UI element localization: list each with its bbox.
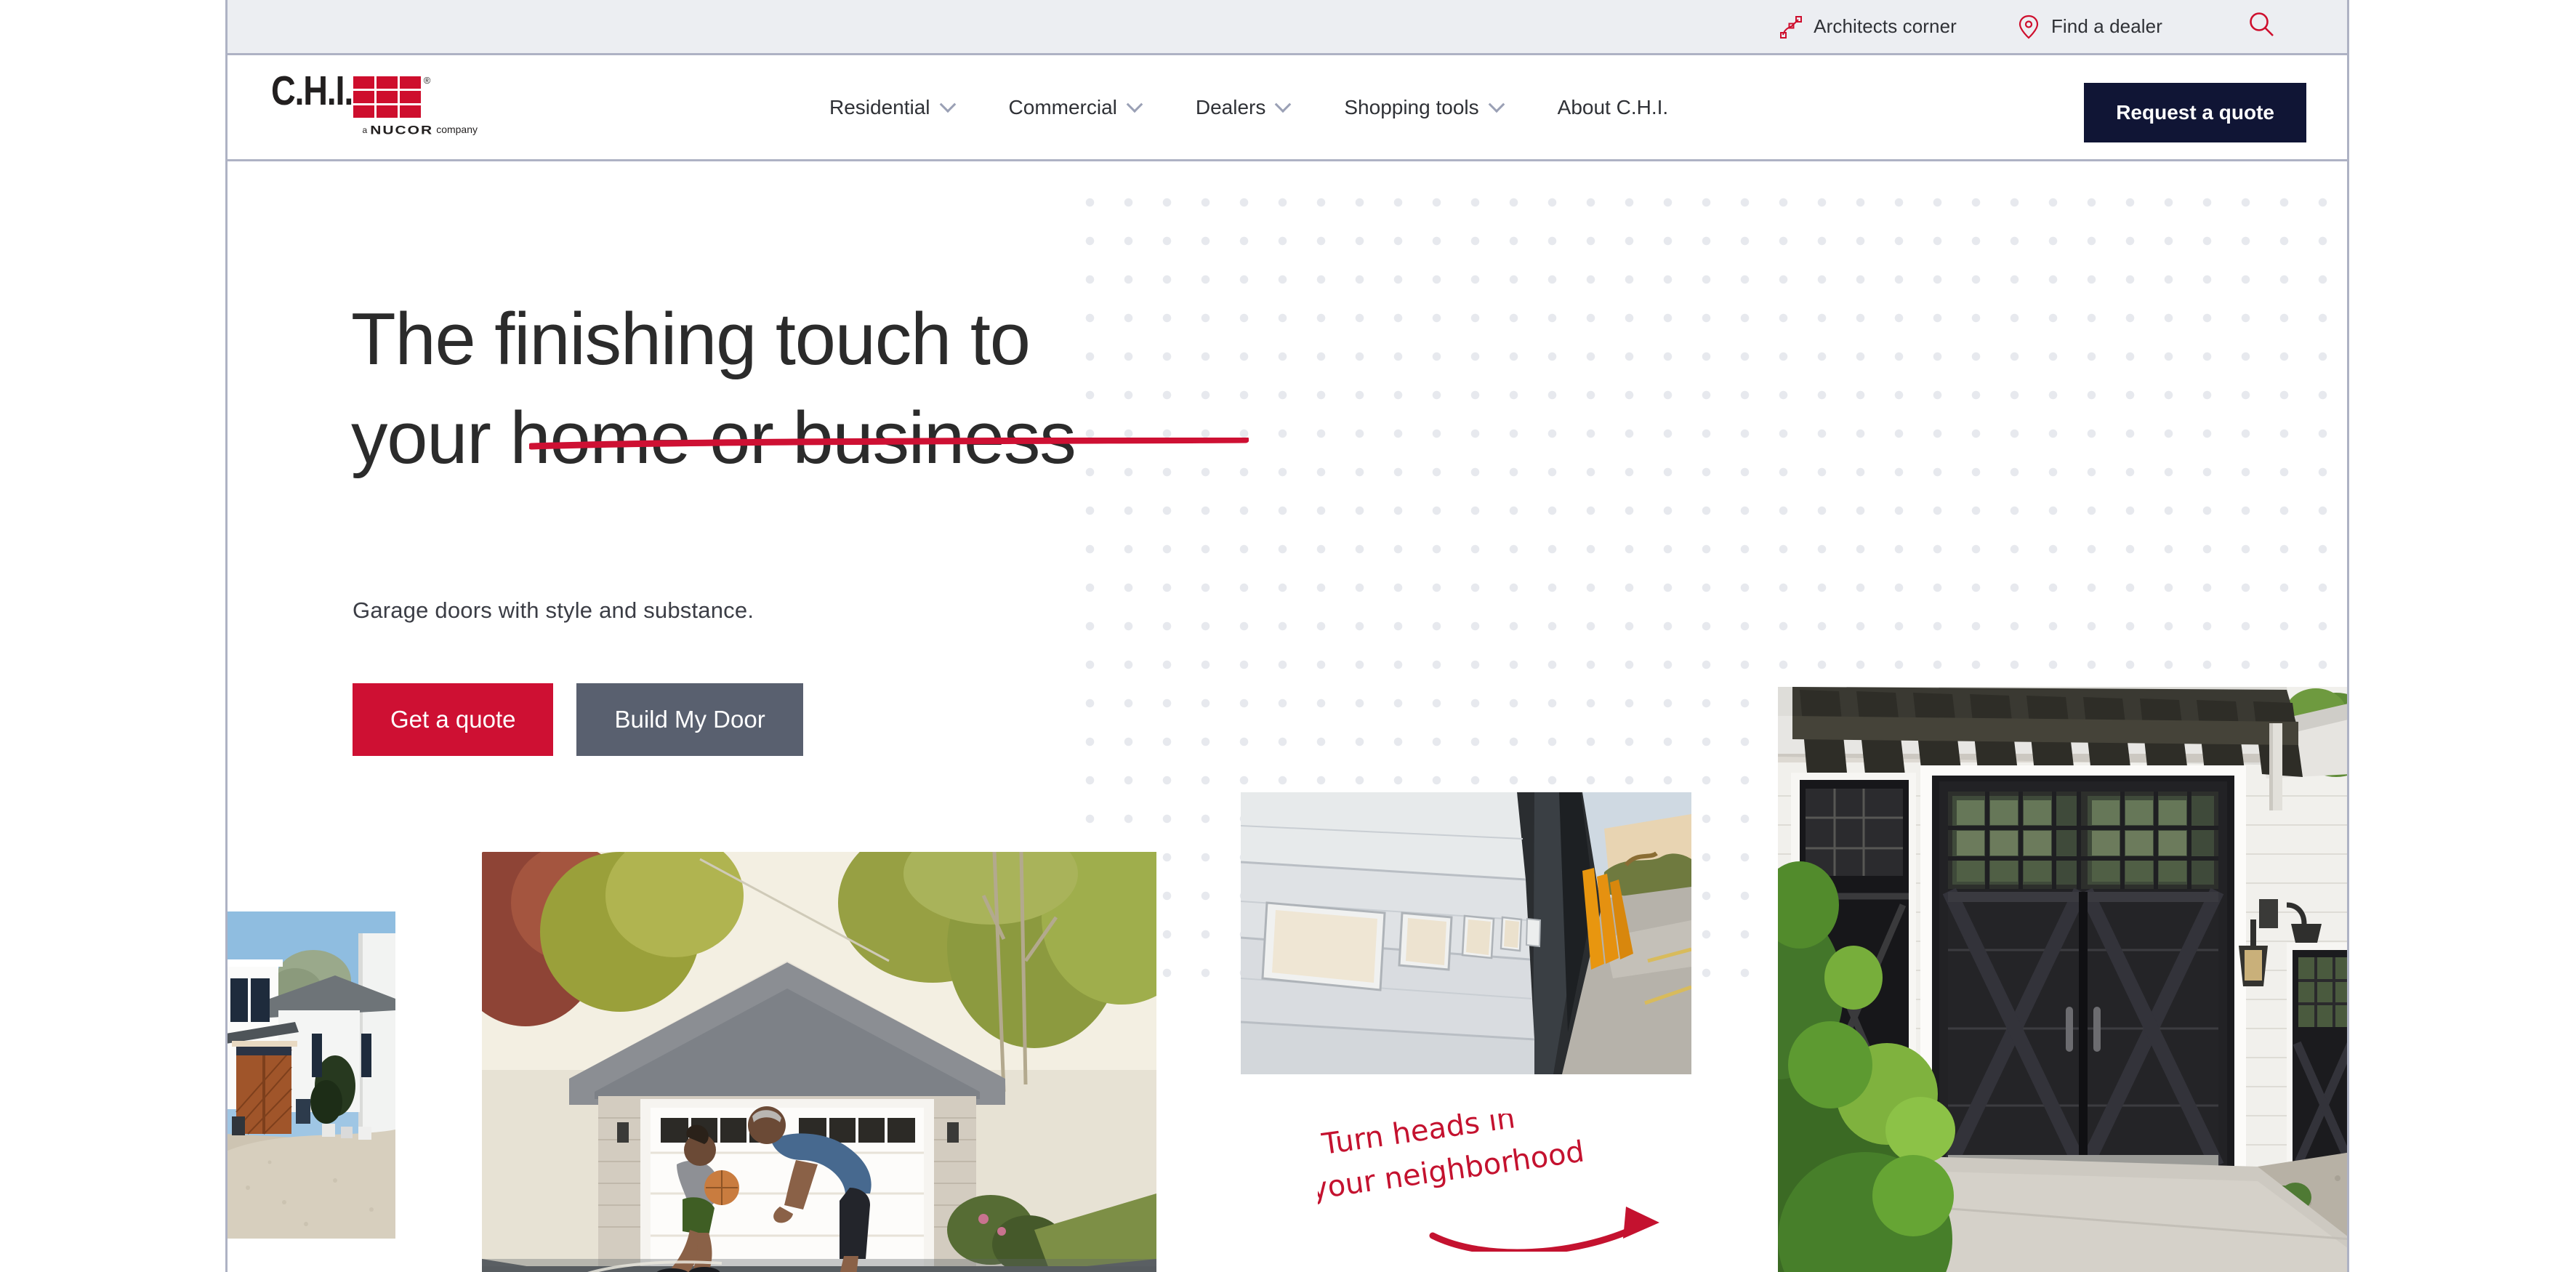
build-my-door-button[interactable]: Build My Door (576, 683, 803, 756)
site-header: C.H.I. ® a NUCOR company Residential Com… (228, 55, 2347, 161)
chevron-down-icon (1275, 95, 1292, 113)
utility-bar: Architects corner Find a dealer (228, 0, 2347, 55)
browser-viewport: Architects corner Find a dealer C.H.I. ®… (225, 0, 2349, 1272)
hero-annotation: Turn heads in your neighborhood (1308, 1101, 1703, 1256)
hero-button-row: Get a quote Build My Door (353, 683, 803, 756)
map-pin-icon (2016, 15, 2041, 39)
logo-tagline-nucor: NUCOR (370, 124, 434, 137)
logo-grid-icon (353, 76, 421, 118)
nav-item-label: Shopping tools (1344, 95, 1479, 118)
chevron-down-icon (939, 95, 956, 113)
search-button[interactable] (2248, 11, 2276, 42)
get-a-quote-button[interactable]: Get a quote (353, 683, 554, 756)
logo-wordmark: C.H.I. (271, 68, 353, 114)
nav-item-label: About C.H.I. (1557, 95, 1669, 118)
request-a-quote-button[interactable]: Request a quote (2084, 83, 2306, 142)
registered-trademark-symbol: ® (423, 75, 431, 86)
photo-black-carriage-house-doors (1778, 687, 2347, 1272)
hero-subheadline: Garage doors with style and substance. (353, 597, 754, 623)
nav-item-commercial[interactable]: Commercial (981, 96, 1168, 119)
primary-navigation: Residential Commercial Dealers Shopping … (802, 96, 1696, 119)
nav-item-shopping-tools[interactable]: Shopping tools (1316, 96, 1529, 119)
screenshot-root: Architects corner Find a dealer C.H.I. ®… (0, 0, 2576, 1272)
photo-white-house-wood-garage-door (228, 911, 395, 1239)
utility-link-label: Architects corner (1814, 15, 1957, 37)
nav-item-about-chi[interactable]: About C.H.I. (1530, 96, 1696, 119)
chevron-down-icon (1126, 95, 1143, 113)
hero-section: The finishing touch to your home or busi… (228, 161, 2347, 1272)
utility-link-architects-corner[interactable]: Architects corner (1779, 15, 1957, 39)
logo-tagline-a: a (362, 125, 368, 135)
search-icon (2248, 11, 2276, 42)
photo-commercial-door-windows (1241, 792, 1691, 1074)
logo-tagline-company: company (436, 124, 478, 135)
logo-mark: C.H.I. ® (271, 71, 482, 118)
nav-item-residential[interactable]: Residential (802, 96, 981, 119)
photo-family-basketball-driveway (482, 852, 1156, 1272)
utility-link-label: Find a dealer (2050, 15, 2162, 37)
headline-underline-accent (528, 436, 1249, 451)
logo[interactable]: C.H.I. ® a NUCOR company (271, 71, 482, 137)
nav-item-label: Commercial (1008, 95, 1117, 118)
nav-item-label: Residential (829, 95, 930, 118)
headline-line-1: The finishing touch to (351, 299, 1031, 380)
nav-item-label: Dealers (1195, 95, 1266, 118)
utility-link-find-a-dealer[interactable]: Find a dealer (2016, 15, 2162, 39)
chevron-down-icon (1488, 95, 1505, 113)
logo-tagline: a NUCOR company (271, 120, 482, 137)
architects-corner-icon (1779, 15, 1803, 39)
nav-item-dealers[interactable]: Dealers (1168, 96, 1316, 119)
